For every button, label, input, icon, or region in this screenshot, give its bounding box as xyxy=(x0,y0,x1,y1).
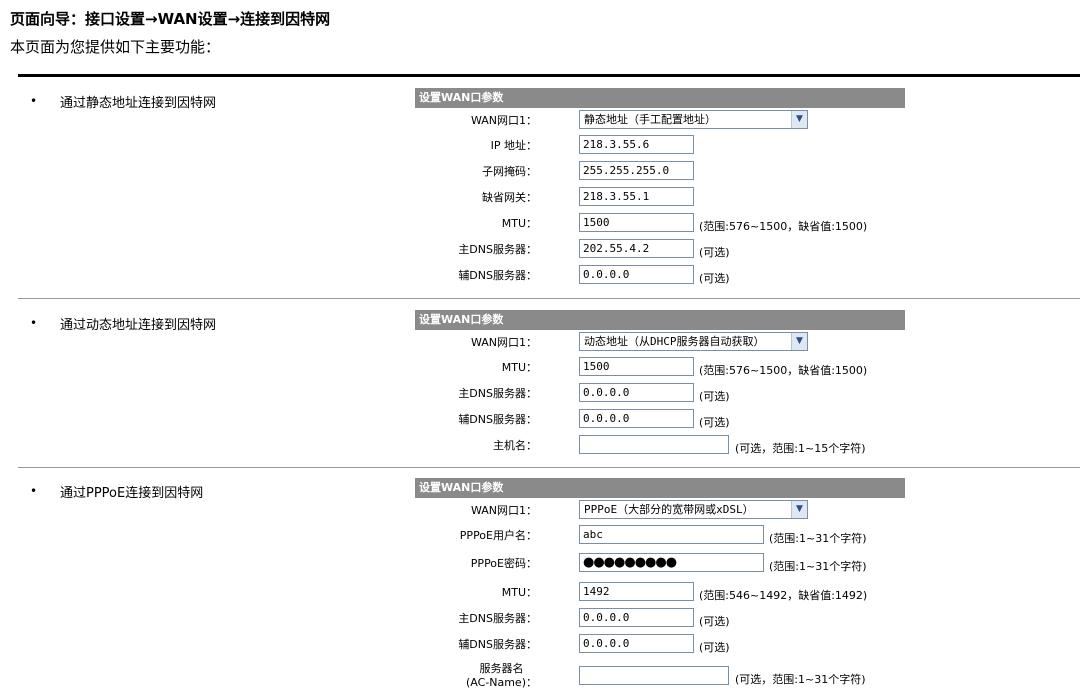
section-pppoe-label: 通过PPPoE连接到因特网 xyxy=(60,486,204,501)
wan-port-label: WAN网口1： xyxy=(470,114,537,127)
primary-dns-label: 主DNS服务器： xyxy=(458,612,537,625)
section-dhcp-label: 通过动态地址连接到因特网 xyxy=(60,318,217,333)
secondary-dns-label: 辅DNS服务器： xyxy=(458,638,537,651)
section-static-label: 通过静态地址连接到因特网 xyxy=(60,96,217,111)
primary-dns-label: 主DNS服务器： xyxy=(458,387,537,400)
mtu-hint: (范围:576~1500，缺省值:1500) xyxy=(699,220,868,233)
panel-header: 设置WAN口参数 xyxy=(415,88,905,108)
mtu-label: MTU： xyxy=(501,586,537,599)
wan-mode-select[interactable]: 静态地址（手工配置地址） ▼ xyxy=(579,110,808,129)
pppoe-username-label: PPPoE用户名： xyxy=(459,529,537,542)
primary-dns-input[interactable] xyxy=(579,608,694,627)
secondary-dns-hint: (可选) xyxy=(699,416,730,429)
primary-dns-hint: (可选) xyxy=(699,615,730,628)
section-divider xyxy=(18,467,1080,468)
page-intro: 本页面为您提供如下主要功能： xyxy=(10,38,221,56)
ac-name-hint: (可选，范围:1~31个字符) xyxy=(735,673,866,686)
mtu-input[interactable] xyxy=(579,213,694,232)
default-gateway-input[interactable] xyxy=(579,187,694,206)
secondary-dns-label: 辅DNS服务器： xyxy=(458,413,537,426)
top-divider xyxy=(18,74,1080,77)
wan-mode-value: 动态地址（从DHCP服务器自动获取） xyxy=(584,335,765,348)
hostname-hint: (可选，范围:1~15个字符) xyxy=(735,442,866,455)
wan-mode-value: 静态地址（手工配置地址） xyxy=(584,113,716,126)
secondary-dns-input[interactable] xyxy=(579,409,694,428)
wan-mode-select[interactable]: PPPoE（大部分的宽带网或xDSL） ▼ xyxy=(579,500,808,519)
default-gateway-label: 缺省网关： xyxy=(482,191,537,204)
ip-address-input[interactable] xyxy=(579,135,694,154)
panel-header: 设置WAN口参数 xyxy=(415,310,905,330)
wan-mode-select[interactable]: 动态地址（从DHCP服务器自动获取） ▼ xyxy=(579,332,808,351)
pppoe-password-input[interactable]: ●●●●●●●●● xyxy=(579,553,764,572)
chevron-down-icon[interactable]: ▼ xyxy=(791,111,807,128)
bullet-icon: • xyxy=(30,94,38,108)
mtu-label: MTU： xyxy=(501,361,537,374)
bullet-icon: • xyxy=(30,316,38,330)
pppoe-username-input[interactable] xyxy=(579,525,764,544)
mtu-input[interactable] xyxy=(579,357,694,376)
pppoe-password-label: PPPoE密码： xyxy=(470,557,537,570)
wan-settings-panel-pppoe: 设置WAN口参数 WAN网口1： PPPoE（大部分的宽带网或xDSL） ▼ PP… xyxy=(415,478,905,692)
mtu-hint: (范围:576~1500，缺省值:1500) xyxy=(699,364,868,377)
mtu-hint: (范围:546~1492，缺省值:1492) xyxy=(699,589,868,602)
pppoe-username-hint: (范围:1~31个字符) xyxy=(769,532,867,545)
chevron-down-icon[interactable]: ▼ xyxy=(791,501,807,518)
wan-port-label: WAN网口1： xyxy=(470,336,537,349)
wan-port-label: WAN网口1： xyxy=(470,504,537,517)
secondary-dns-hint: (可选) xyxy=(699,641,730,654)
ac-name-label: 服务器名 (AC-Name)： xyxy=(466,662,537,690)
primary-dns-input[interactable] xyxy=(579,383,694,402)
panel-header: 设置WAN口参数 xyxy=(415,478,905,498)
primary-dns-hint: (可选) xyxy=(699,246,730,259)
subnet-mask-label: 子网掩码： xyxy=(482,165,537,178)
secondary-dns-hint: (可选) xyxy=(699,272,730,285)
mtu-label: MTU： xyxy=(501,217,537,230)
wan-mode-value: PPPoE（大部分的宽带网或xDSL） xyxy=(584,503,754,516)
secondary-dns-input[interactable] xyxy=(579,265,694,284)
secondary-dns-input[interactable] xyxy=(579,634,694,653)
pppoe-password-hint: (范围:1~31个字符) xyxy=(769,560,867,573)
hostname-label: 主机名： xyxy=(493,439,537,452)
ac-name-label-line2: (AC-Name)： xyxy=(465,676,537,689)
mtu-input[interactable] xyxy=(579,582,694,601)
wan-settings-panel-dhcp: 设置WAN口参数 WAN网口1： 动态地址（从DHCP服务器自动获取） ▼ MTU… xyxy=(415,310,905,459)
primary-dns-label: 主DNS服务器： xyxy=(458,243,537,256)
ac-name-label-line1: 服务器名 xyxy=(479,662,524,675)
bullet-icon: • xyxy=(30,484,38,498)
hostname-input[interactable] xyxy=(579,435,729,454)
primary-dns-hint: (可选) xyxy=(699,390,730,403)
subnet-mask-input[interactable] xyxy=(579,161,694,180)
wan-settings-panel-static: 设置WAN口参数 WAN网口1： 静态地址（手工配置地址） ▼ IP 地址： 子网… xyxy=(415,88,905,289)
page-title: 页面向导：接口设置→WAN设置→连接到因特网 xyxy=(10,10,331,28)
section-divider xyxy=(18,298,1080,299)
pppoe-password-mask: ●●●●●●●●● xyxy=(583,555,677,570)
secondary-dns-label: 辅DNS服务器： xyxy=(458,269,537,282)
chevron-down-icon[interactable]: ▼ xyxy=(791,333,807,350)
ip-address-label: IP 地址： xyxy=(490,139,537,152)
primary-dns-input[interactable] xyxy=(579,239,694,258)
ac-name-input[interactable] xyxy=(579,666,729,685)
